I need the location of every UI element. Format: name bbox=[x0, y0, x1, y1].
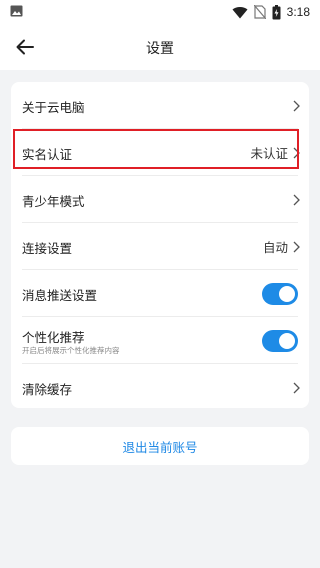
chevron-right-icon bbox=[293, 100, 300, 111]
settings-item-label: 个性化推荐 bbox=[22, 330, 85, 345]
settings-item-about[interactable]: 关于云电脑 bbox=[11, 82, 309, 129]
settings-item-right: 未认证 bbox=[250, 129, 302, 176]
connection-mode-value: 自动 bbox=[262, 240, 288, 255]
wifi-icon bbox=[232, 6, 248, 19]
settings-item-right bbox=[290, 364, 302, 411]
status-icons: 3:18 bbox=[232, 3, 310, 21]
settings-list: 关于云电脑 实名认证 未认证 青少年模式 连接设置 自动 消息推送设置 个性化推… bbox=[11, 82, 309, 408]
settings-item-label: 连接设置 bbox=[22, 241, 73, 256]
settings-item-right: 自动 bbox=[263, 223, 302, 270]
settings-item-clear-cache[interactable]: 清除缓存 bbox=[11, 364, 309, 411]
battery-icon bbox=[272, 4, 281, 19]
chevron-right-icon bbox=[293, 147, 300, 158]
settings-item-real-name[interactable]: 实名认证 未认证 bbox=[11, 129, 309, 176]
page-title: 设置 bbox=[146, 41, 174, 57]
settings-item-label: 清除缓存 bbox=[22, 382, 73, 397]
settings-item-label: 青少年模式 bbox=[22, 194, 85, 209]
toggle-knob bbox=[279, 332, 295, 349]
app-bar: 设置 bbox=[0, 24, 320, 70]
settings-item-label: 消息推送设置 bbox=[22, 288, 98, 303]
settings-item-label: 关于云电脑 bbox=[22, 100, 85, 115]
status-bar: 3:18 bbox=[0, 0, 320, 24]
settings-item-connection[interactable]: 连接设置 自动 bbox=[11, 223, 309, 270]
settings-item-description: 开启后将展示个性化推荐内容 bbox=[22, 346, 120, 355]
no-sim-icon bbox=[253, 5, 266, 19]
settings-item-label: 实名认证 bbox=[22, 147, 73, 162]
image-icon bbox=[10, 5, 23, 17]
verification-status: 未认证 bbox=[250, 146, 288, 161]
settings-item-right bbox=[290, 82, 302, 129]
settings-item-push-notifications: 消息推送设置 bbox=[11, 270, 309, 317]
chevron-right-icon bbox=[293, 194, 300, 205]
personalized-recommendation-toggle[interactable] bbox=[262, 329, 298, 352]
settings-item-right bbox=[262, 317, 302, 364]
chevron-right-icon bbox=[293, 241, 300, 252]
logout-card: 退出当前账号 bbox=[11, 427, 309, 465]
logout-button[interactable]: 退出当前账号 bbox=[11, 427, 309, 465]
status-time: 3:18 bbox=[286, 5, 310, 19]
toggle-knob bbox=[279, 285, 295, 302]
settings-item-right bbox=[262, 270, 302, 317]
push-notifications-toggle[interactable] bbox=[262, 282, 298, 305]
chevron-right-icon bbox=[293, 382, 300, 393]
settings-item-personalized: 个性化推荐 开启后将展示个性化推荐内容 bbox=[11, 317, 309, 364]
settings-item-youth-mode[interactable]: 青少年模式 bbox=[11, 176, 309, 223]
settings-item-right bbox=[290, 176, 302, 223]
